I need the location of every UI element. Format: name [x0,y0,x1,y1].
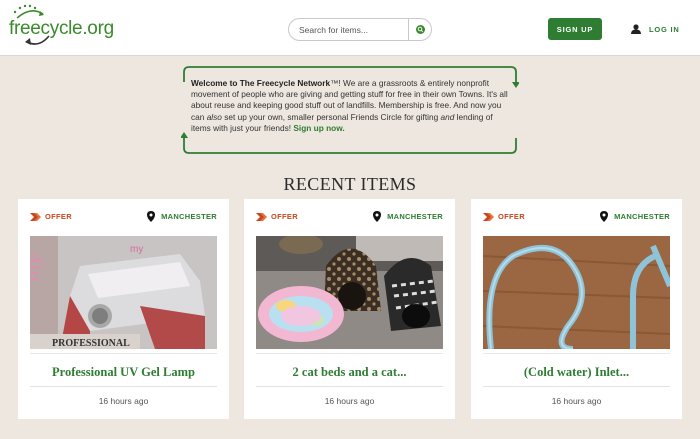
item-type: OFFER [483,212,525,221]
item-title[interactable]: Professional UV Gel Lamp [18,365,229,380]
item-location-label: MANCHESTER [387,212,443,221]
svg-text:my: my [130,244,143,255]
search-box [288,18,432,41]
login-link[interactable]: LOG IN [631,22,680,36]
item-card[interactable]: OFFER MANCHESTER 2 cat beds and a cat...… [244,199,455,419]
item-location-label: MANCHESTER [614,212,670,221]
section-title: RECENT ITEMS [283,174,417,194]
divider [256,386,443,387]
offer-arrow-icon [483,212,494,221]
welcome-text-2: set up your own, smaller personal Friend… [221,111,441,122]
item-title[interactable]: (Cold water) Inlet... [471,365,682,380]
location-pin-icon [373,211,382,222]
item-time: 16 hours ago [324,396,375,406]
welcome-and: and [440,111,455,122]
item-location[interactable]: MANCHESTER [600,211,670,222]
welcome-lead: Welcome to The Freecycle Network [191,78,331,88]
login-label: LOG IN [649,24,680,34]
item-image[interactable] [256,236,443,349]
item-type-label: OFFER [271,212,298,221]
item-type: OFFER [30,212,72,221]
divider [30,353,217,354]
search-button[interactable] [408,19,431,40]
item-type-label: OFFER [45,212,72,221]
item-location[interactable]: MANCHESTER [373,211,443,222]
welcome-signup-link[interactable]: Sign up now. [293,123,344,133]
search-icon [416,25,425,34]
welcome-text: Welcome to The Freecycle Network™! We ar… [191,78,511,134]
item-time: 16 hours ago [551,396,602,406]
header: freecycle.org SIGN UP LOG IN [0,0,700,56]
user-icon [631,24,641,34]
offer-arrow-icon [256,212,267,221]
divider [483,386,670,387]
item-location-label: MANCHESTER [161,212,217,221]
item-location[interactable]: MANCHESTER [147,211,217,222]
welcome-also: also [206,111,222,122]
item-card[interactable]: OFFER MANCHESTER (Cold water) Inlet... 1… [471,199,682,419]
divider [30,386,217,387]
item-type-label: OFFER [498,212,525,221]
search-input[interactable] [299,22,404,37]
item-type: OFFER [256,212,298,221]
welcome-banner: Welcome to The Freecycle Network™! We ar… [181,66,519,154]
item-card[interactable]: OFFER MANCHESTER my my PROFESSIONAL Prof… [18,199,229,419]
freecycle-logo[interactable]: freecycle.org [9,2,114,50]
item-image[interactable]: my my PROFESSIONAL [30,236,217,349]
signup-button[interactable]: SIGN UP [548,18,602,40]
divider [483,353,670,354]
item-image-caption: PROFESSIONAL [52,338,130,349]
item-title[interactable]: 2 cat beds and a cat... [244,365,455,380]
divider [256,353,443,354]
logo-arrow-icon [25,35,50,45]
location-pin-icon [600,211,609,222]
item-image[interactable] [483,236,670,349]
offer-arrow-icon [30,212,41,221]
location-pin-icon [147,211,156,222]
item-time: 16 hours ago [98,396,149,406]
